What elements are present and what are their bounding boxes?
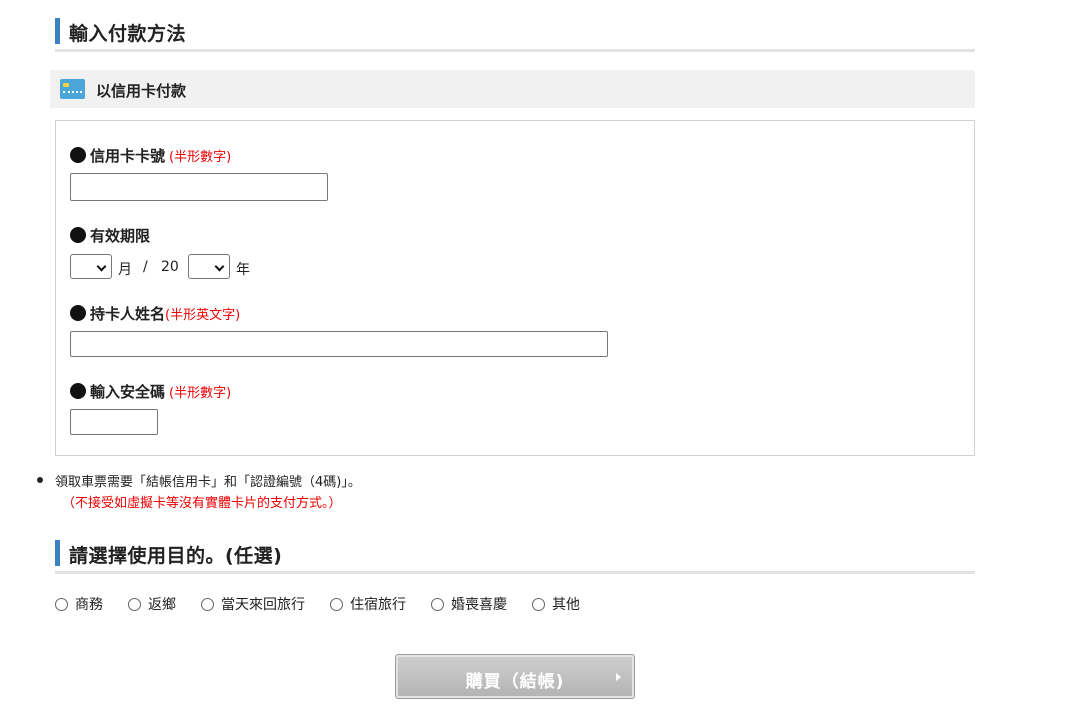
bullet-dot-icon <box>70 227 86 243</box>
year-prefix: 20 <box>161 259 179 275</box>
radio-button[interactable] <box>431 598 444 611</box>
title-accent-bar <box>55 540 60 566</box>
radio-button[interactable] <box>55 598 68 611</box>
purpose-section-title: 請選擇使用目的。(任選) <box>55 540 975 574</box>
note-line-2: （不接受如虛擬卡等沒有實體卡片的支付方式。） <box>62 496 342 511</box>
arrow-right-icon <box>616 673 621 681</box>
expiry-month-select[interactable] <box>70 254 112 279</box>
radio-button[interactable] <box>201 598 214 611</box>
bullet-dot-icon <box>70 383 86 399</box>
card-number-note: (半形數字) <box>169 150 232 165</box>
holder-name-input[interactable] <box>70 331 608 357</box>
card-number-label: 信用卡卡號 (半形數字) <box>70 145 231 166</box>
bullet-dot-icon <box>70 305 86 321</box>
purpose-option-day-trip[interactable]: 當天來回旅行 <box>201 594 305 614</box>
expiry-year-select[interactable] <box>188 254 230 279</box>
purchase-button-label: 購買（結帳) <box>465 672 565 692</box>
credit-card-icon <box>60 79 85 99</box>
card-number-input[interactable] <box>70 173 328 201</box>
holder-name-note: (半形英文字) <box>165 308 241 323</box>
chevron-down-icon <box>214 261 225 272</box>
purpose-option-ceremony[interactable]: 婚喪喜慶 <box>431 594 507 614</box>
purpose-section-title-text: 請選擇使用目的。(任選) <box>69 545 283 567</box>
radio-button[interactable] <box>330 598 343 611</box>
holder-name-label: 持卡人姓名(半形英文字) <box>70 303 240 324</box>
year-unit: 年 <box>236 262 250 278</box>
purpose-option-homecoming[interactable]: 返鄉 <box>128 594 176 614</box>
security-code-note: (半形數字) <box>169 386 232 401</box>
expiry-separator: / <box>143 259 148 275</box>
credit-card-heading: 以信用卡付款 <box>96 82 187 100</box>
credit-card-header: 以信用卡付款 <box>50 70 975 108</box>
purchase-checkout-button[interactable]: 購買（結帳) <box>395 654 635 699</box>
purpose-option-business[interactable]: 商務 <box>55 594 103 614</box>
payment-section-title-text: 輸入付款方法 <box>69 23 187 45</box>
purpose-option-other[interactable]: 其他 <box>532 594 580 614</box>
radio-button[interactable] <box>128 598 141 611</box>
month-unit: 月 <box>118 262 132 278</box>
note-line-1: 領取車票需要「結帳信用卡」和「認證編號（4碼)」。 <box>55 475 361 490</box>
bullet-dot-icon <box>70 147 86 163</box>
credit-card-form: 信用卡卡號 (半形數字) 有效期限 月 / 20 年 持卡人姓名(半形英文字) 輸… <box>55 120 975 456</box>
security-code-label: 輸入安全碼 (半形數字) <box>70 381 231 402</box>
payment-section-title: 輸入付款方法 <box>55 18 975 52</box>
expiry-label: 有效期限 <box>70 225 150 246</box>
list-bullet-icon <box>37 477 43 483</box>
security-code-input[interactable] <box>70 409 158 435</box>
chevron-down-icon <box>96 261 107 272</box>
radio-button[interactable] <box>532 598 545 611</box>
purpose-option-overnight-trip[interactable]: 住宿旅行 <box>330 594 406 614</box>
title-accent-bar <box>55 18 60 44</box>
